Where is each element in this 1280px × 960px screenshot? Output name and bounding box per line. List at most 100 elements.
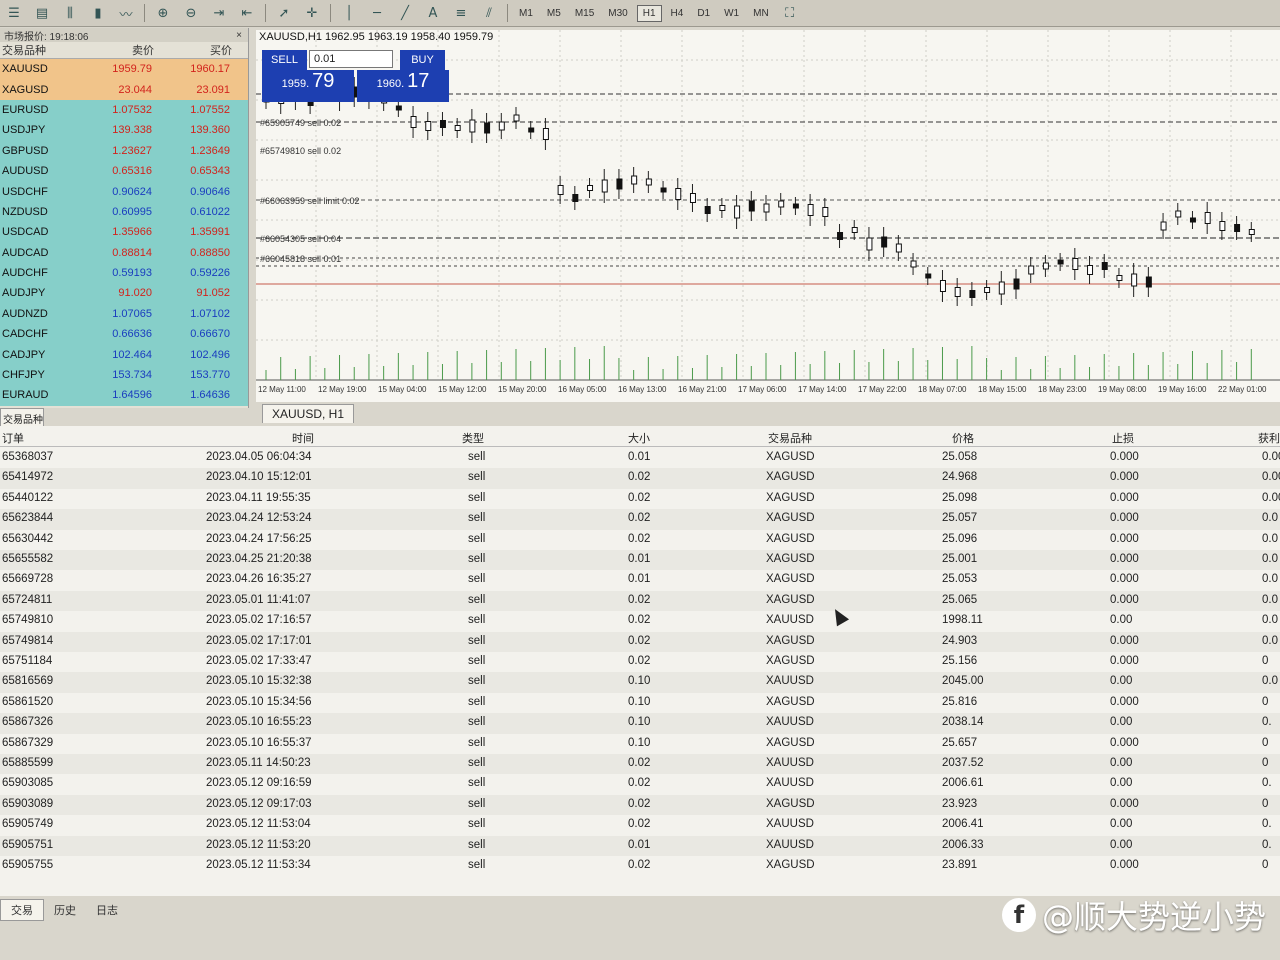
order-id: 65669728 [2, 573, 54, 586]
market-watch-row[interactable]: USDJPY 139.338 139.360 [0, 120, 248, 141]
timeframe-m15-button[interactable]: M15 [570, 6, 599, 21]
close-icon[interactable]: × [236, 30, 242, 41]
table-row[interactable]: 65905751 2023.05.12 11:53:20 sell 0.01 XAUUS… [0, 835, 1280, 856]
sell-button[interactable]: SELL [262, 50, 307, 70]
table-row[interactable]: 65630442 2023.04.24 17:56:25 sell 0.02 XAGUS… [0, 530, 1280, 550]
chart-bars-icon[interactable]: ⫼ [60, 4, 80, 22]
table-row[interactable]: 65440122 2023.04.11 19:55:35 sell 0.02 XAGUS… [0, 489, 1280, 509]
market-watch-row[interactable]: NZDUSD 0.60995 0.61022 [0, 201, 248, 223]
market-watch-row[interactable]: XAUUSD 1959.79 1960.17 [0, 59, 248, 80]
buy-button[interactable]: BUY [400, 50, 445, 70]
table-row[interactable]: 65414972 2023.04.10 15:12:01 sell 0.02 XAGUS… [0, 468, 1280, 489]
market-watch-row[interactable]: XAGUSD 23.044 23.091 [0, 79, 248, 100]
fibonacci-icon[interactable]: ≡ [451, 4, 471, 22]
channel-icon[interactable]: ⫽ [479, 4, 499, 22]
market-watch-row[interactable]: EURUSD 1.07532 1.07552 [0, 99, 248, 121]
tab-chart-xauusd-h1[interactable]: XAUUSD, H1 [262, 404, 354, 423]
menu-icon[interactable]: ☰ [4, 4, 24, 22]
price-chart[interactable]: 12 May 11:00 12 May 19:00 15 May 04:00 15 M… [256, 30, 1280, 402]
zoom-in-icon[interactable]: ⊕ [153, 4, 173, 22]
tab-journal[interactable]: 日志 [86, 900, 128, 920]
col-symbol-header[interactable]: 交易品种 [768, 430, 812, 446]
zoom-out-icon[interactable]: ⊖ [181, 4, 201, 22]
order-size: 0.02 [628, 614, 651, 627]
candle-body [851, 227, 858, 233]
timeframe-w1-button[interactable]: W1 [719, 6, 744, 21]
crosshair-icon[interactable]: ✛ [302, 4, 322, 22]
timeframe-mn-button[interactable]: MN [748, 6, 774, 21]
horizontal-line-icon[interactable]: ─ [367, 4, 387, 22]
market-watch-row[interactable]: USDCAD 1.35966 1.35991 [0, 222, 248, 243]
table-row[interactable]: 65368037 2023.04.05 06:04:34 sell 0.01 XAGUS… [0, 448, 1280, 468]
table-row[interactable]: 65903085 2023.05.12 09:16:59 sell 0.02 XAUUS… [0, 774, 1280, 794]
market-watch-row[interactable]: EURAUD 1.64596 1.64636 [0, 385, 248, 406]
timeframe-m5-button[interactable]: M5 [542, 6, 566, 21]
candles-icon[interactable]: ▮ [88, 4, 108, 22]
ask-price: 1.64636 [190, 389, 230, 402]
order-symbol: XAUUSD [766, 757, 814, 769]
table-row[interactable]: 65905755 2023.05.12 11:53:34 sell 0.02 XAGUS… [0, 856, 1280, 876]
col-sl-header[interactable]: 止损 [1112, 430, 1134, 446]
sell-price-box[interactable]: 1959. 79 [262, 70, 354, 102]
bid-price: 1.07065 [112, 307, 152, 320]
market-watch-row[interactable]: AUDNZD 1.07065 1.07102 [0, 303, 248, 325]
market-watch-row[interactable]: CADCHF 0.66636 0.66670 [0, 324, 248, 345]
tab-symbols[interactable]: 交易品种 [0, 408, 44, 428]
line-chart-icon[interactable]: 〰 [116, 4, 136, 23]
cursor-icon[interactable]: ➚ [274, 4, 294, 22]
col-type-header[interactable]: 类型 [462, 430, 484, 446]
table-row[interactable]: 65867329 2023.05.10 16:55:37 sell 0.10 XAGUS… [0, 734, 1280, 754]
table-row[interactable]: 65749814 2023.05.02 17:17:01 sell 0.02 XAGUS… [0, 631, 1280, 652]
vertical-line-icon[interactable]: │ [339, 4, 359, 22]
table-row[interactable]: 65885599 2023.05.11 14:50:23 sell 0.02 XAUUS… [0, 754, 1280, 775]
col-size-header[interactable]: 大小 [628, 430, 650, 446]
terminal-tabs: 交易 历史 日志 [0, 898, 300, 922]
timeframe-d1-button[interactable]: D1 [692, 6, 715, 21]
market-watch-row[interactable]: AUDJPY 91.020 91.052 [0, 283, 248, 304]
col-ask-header[interactable]: 买价 [154, 42, 232, 58]
table-row[interactable]: 65623844 2023.04.24 12:53:24 sell 0.02 XAGUS… [0, 509, 1280, 530]
market-watch-row[interactable]: AUDCAD 0.88814 0.88850 [0, 242, 248, 263]
table-row[interactable]: 65867326 2023.05.10 16:55:23 sell 0.10 XAUUS… [0, 713, 1280, 734]
timeframe-m30-button[interactable]: M30 [603, 6, 632, 21]
col-symbol-header[interactable]: 交易品种 [0, 42, 92, 58]
orders-table-header: 订单 时间 类型 大小 交易品种 价格 止损 获利 [0, 426, 1280, 447]
timeframe-m1-button[interactable]: M1 [514, 6, 538, 21]
col-order-header[interactable]: 订单 [2, 430, 24, 446]
timeframe-h1-button[interactable]: H1 [636, 4, 662, 22]
buy-price-box[interactable]: 1960. 17 [357, 70, 449, 102]
tab-trade[interactable]: 交易 [0, 899, 44, 921]
table-row[interactable]: 65655582 2023.04.25 21:20:38 sell 0.01 XAGUS… [0, 550, 1280, 571]
text-icon[interactable]: A [423, 4, 443, 22]
col-price-header[interactable]: 价格 [952, 430, 974, 446]
order-symbol: XAGUSD [766, 797, 815, 810]
table-row[interactable]: 65749810 2023.05.02 17:16:57 sell 0.02 XAUUS… [0, 611, 1280, 631]
order-size: 0.02 [628, 859, 651, 871]
table-row[interactable]: 65724811 2023.05.01 11:41:07 sell 0.02 XAGUS… [0, 590, 1280, 612]
col-tp-header[interactable]: 获利 [1258, 430, 1280, 446]
profiles-icon[interactable]: ▤ [32, 4, 52, 22]
market-watch-row[interactable]: GBPUSD 1.23627 1.23649 [0, 140, 248, 161]
market-watch-row[interactable]: AUDCHF 0.59193 0.59226 [0, 262, 248, 284]
table-row[interactable]: 65905749 2023.05.12 11:53:04 sell 0.02 XAUUS… [0, 815, 1280, 835]
chart-shift-icon[interactable]: ⇤ [237, 4, 257, 22]
market-watch-title-bar: 市场报价: 19:18:06 × [0, 28, 248, 43]
market-watch-row[interactable]: CHFJPY 153.734 153.770 [0, 364, 248, 386]
table-row[interactable]: 65861520 2023.05.10 15:34:56 sell 0.10 XAGUS… [0, 693, 1280, 713]
fullscreen-icon[interactable]: ⛶ [780, 4, 800, 22]
market-watch-row[interactable]: USDCHF 0.90624 0.90646 [0, 181, 248, 202]
order-take-profit: 0.00 [1262, 491, 1280, 504]
table-row[interactable]: 65903089 2023.05.12 09:17:03 sell 0.02 XAGUS… [0, 794, 1280, 816]
col-time-header[interactable]: 时间 [292, 430, 314, 446]
market-watch-row[interactable]: CADJPY 102.464 102.496 [0, 344, 248, 365]
table-row[interactable]: 65816569 2023.05.10 15:32:38 sell 0.10 XAUUS… [0, 672, 1280, 693]
lot-size-input[interactable]: 0.01 [309, 50, 393, 68]
market-watch-row[interactable]: AUDUSD 0.65316 0.65343 [0, 160, 248, 182]
timeframe-h4-button[interactable]: H4 [666, 6, 689, 21]
col-bid-header[interactable]: 卖价 [92, 42, 154, 58]
tab-history[interactable]: 历史 [44, 900, 86, 920]
table-row[interactable]: 65669728 2023.04.26 16:35:27 sell 0.01 XAGUS… [0, 570, 1280, 590]
autoscroll-icon[interactable]: ⇥ [209, 4, 229, 22]
table-row[interactable]: 65751184 2023.05.02 17:33:47 sell 0.02 XAGUS… [0, 652, 1280, 672]
trendline-icon[interactable]: ╱ [395, 4, 415, 22]
